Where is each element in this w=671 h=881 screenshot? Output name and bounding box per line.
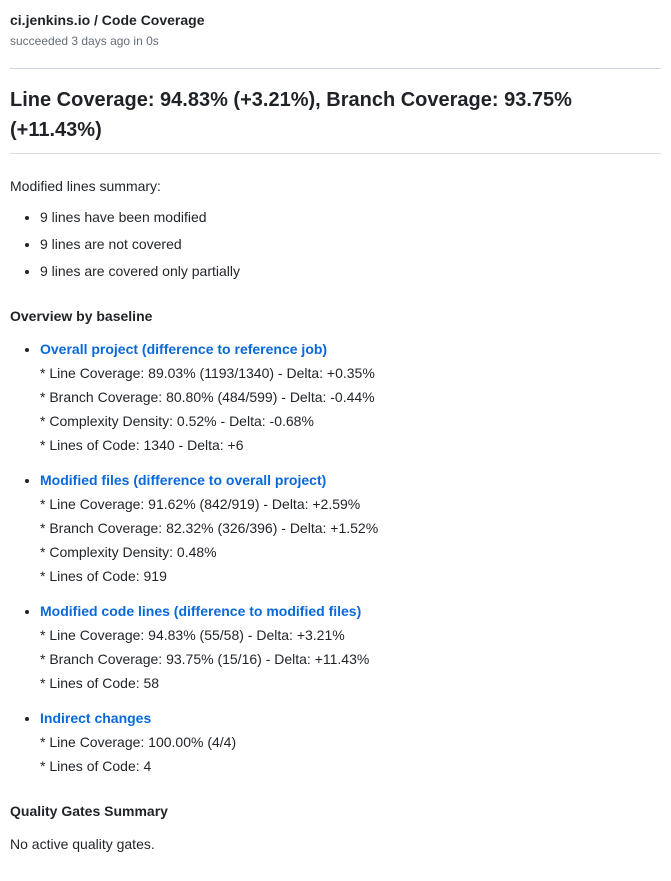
metric-line: * Line Coverage: 100.00% (4/4) <box>40 732 661 753</box>
metric-line: * Line Coverage: 89.03% (1193/1340) - De… <box>40 363 661 384</box>
metric-line: * Lines of Code: 1340 - Delta: +6 <box>40 435 661 456</box>
baseline-list: Overall project (difference to reference… <box>10 339 661 777</box>
baseline-item: Overall project (difference to reference… <box>40 339 661 456</box>
overview-heading: Overview by baseline <box>10 306 661 327</box>
check-header: ci.jenkins.io / Code Coverage succeeded … <box>10 10 661 58</box>
baseline-link-overall[interactable]: Overall project (difference to reference… <box>40 341 327 357</box>
baseline-link-indirect[interactable]: Indirect changes <box>40 710 151 726</box>
baseline-item: Modified files (difference to overall pr… <box>40 470 661 587</box>
metric-line: * Lines of Code: 58 <box>40 673 661 694</box>
metric-line: * Branch Coverage: 82.32% (326/396) - De… <box>40 518 661 539</box>
metric-line: * Lines of Code: 919 <box>40 566 661 587</box>
metric-line: * Complexity Density: 0.52% - Delta: -0.… <box>40 411 661 432</box>
summary-item: 9 lines are covered only partially <box>40 261 661 282</box>
summary-intro: Modified lines summary: <box>10 176 661 197</box>
metric-line: * Branch Coverage: 93.75% (15/16) - Delt… <box>40 649 661 670</box>
coverage-title: Line Coverage: 94.83% (+3.21%), Branch C… <box>10 85 661 154</box>
summary-item: 9 lines are not covered <box>40 234 661 255</box>
gates-text: No active quality gates. <box>10 834 661 855</box>
baseline-item: Indirect changes * Line Coverage: 100.00… <box>40 708 661 777</box>
metric-line: * Complexity Density: 0.48% <box>40 542 661 563</box>
gates-heading: Quality Gates Summary <box>10 801 661 822</box>
divider <box>10 68 661 69</box>
metric-line: * Line Coverage: 94.83% (55/58) - Delta:… <box>40 625 661 646</box>
check-source: ci.jenkins.io / Code Coverage <box>10 10 661 31</box>
check-status: succeeded 3 days ago in 0s <box>10 32 661 50</box>
metric-line: * Branch Coverage: 80.80% (484/599) - De… <box>40 387 661 408</box>
baseline-item: Modified code lines (difference to modif… <box>40 601 661 694</box>
metric-line: * Line Coverage: 91.62% (842/919) - Delt… <box>40 494 661 515</box>
summary-item: 9 lines have been modified <box>40 207 661 228</box>
summary-list: 9 lines have been modified 9 lines are n… <box>10 207 661 282</box>
baseline-link-modified-files[interactable]: Modified files (difference to overall pr… <box>40 472 326 488</box>
baseline-link-modified-lines[interactable]: Modified code lines (difference to modif… <box>40 603 361 619</box>
metric-line: * Lines of Code: 4 <box>40 756 661 777</box>
